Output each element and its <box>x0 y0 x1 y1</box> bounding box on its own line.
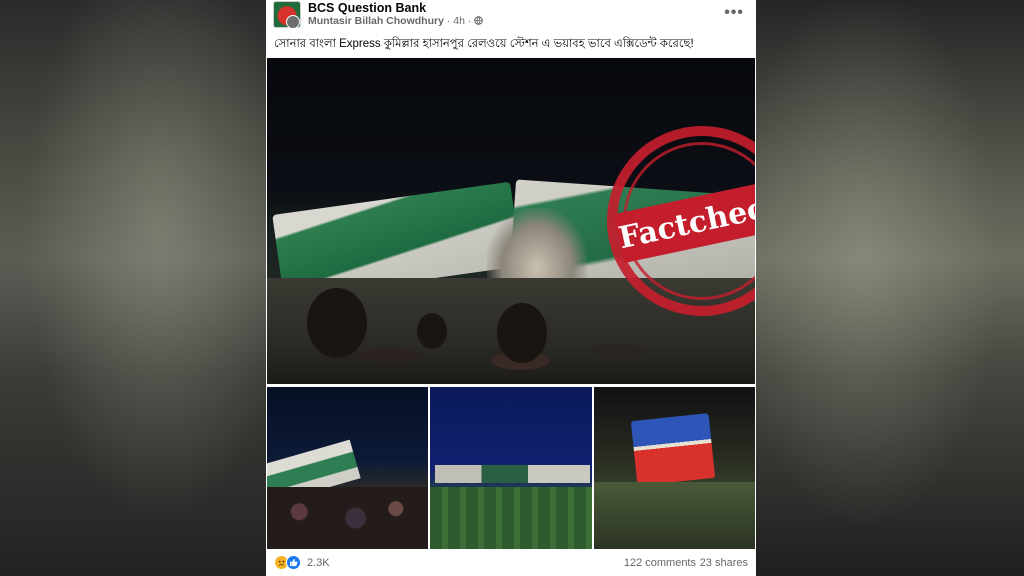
person-silhouette <box>497 303 547 363</box>
shares-count[interactable]: 23 shares <box>700 557 748 569</box>
facebook-post: BCS Question Bank Muntasir Billah Chowdh… <box>266 0 756 576</box>
tracks <box>430 487 592 549</box>
post-footer: 2.3K 122 comments 23 shares <box>266 549 756 576</box>
grass <box>594 482 755 549</box>
thumbnail-derailed-coach-crowd[interactable] <box>267 387 428 549</box>
main-photo-train-accident[interactable]: Factcheck <box>267 58 755 384</box>
post-header: BCS Question Bank Muntasir Billah Chowdh… <box>266 0 756 30</box>
post-caption: সোনার বাংলা Express কুমিল্লার হাসানপুর র… <box>274 38 694 50</box>
person-silhouette <box>307 288 367 358</box>
reactions-summary[interactable]: 2.3K <box>274 555 330 570</box>
like-reaction-icon <box>286 555 301 570</box>
blurred-background-left <box>0 0 266 576</box>
train <box>435 465 590 483</box>
globe-icon <box>474 15 484 27</box>
blurred-background-right <box>756 0 1024 576</box>
author-avatar[interactable] <box>286 15 300 29</box>
person-silhouette <box>417 313 447 349</box>
page-name[interactable]: BCS Question Bank <box>308 1 426 15</box>
locomotive <box>630 413 716 486</box>
meta-separator-2: · <box>467 15 472 27</box>
thumbnail-train-on-tracks[interactable] <box>430 387 592 549</box>
photo-thumbnails <box>267 387 755 549</box>
comments-count[interactable]: 122 comments <box>624 557 696 569</box>
thumbnail-locomotive[interactable] <box>594 387 755 549</box>
factcheck-label: Factcheck <box>615 186 755 256</box>
reaction-count: 2.3K <box>307 556 330 569</box>
post-time[interactable]: 4h <box>453 15 465 27</box>
more-options-button[interactable]: ••• <box>724 4 744 22</box>
crowd <box>267 487 428 549</box>
factcheck-band: Factcheck <box>613 178 755 264</box>
meta-separator: · <box>446 15 451 27</box>
author-name[interactable]: Muntasir Billah Chowdhury <box>308 15 444 27</box>
post-meta: Muntasir Billah Chowdhury · 4h · <box>308 15 484 27</box>
